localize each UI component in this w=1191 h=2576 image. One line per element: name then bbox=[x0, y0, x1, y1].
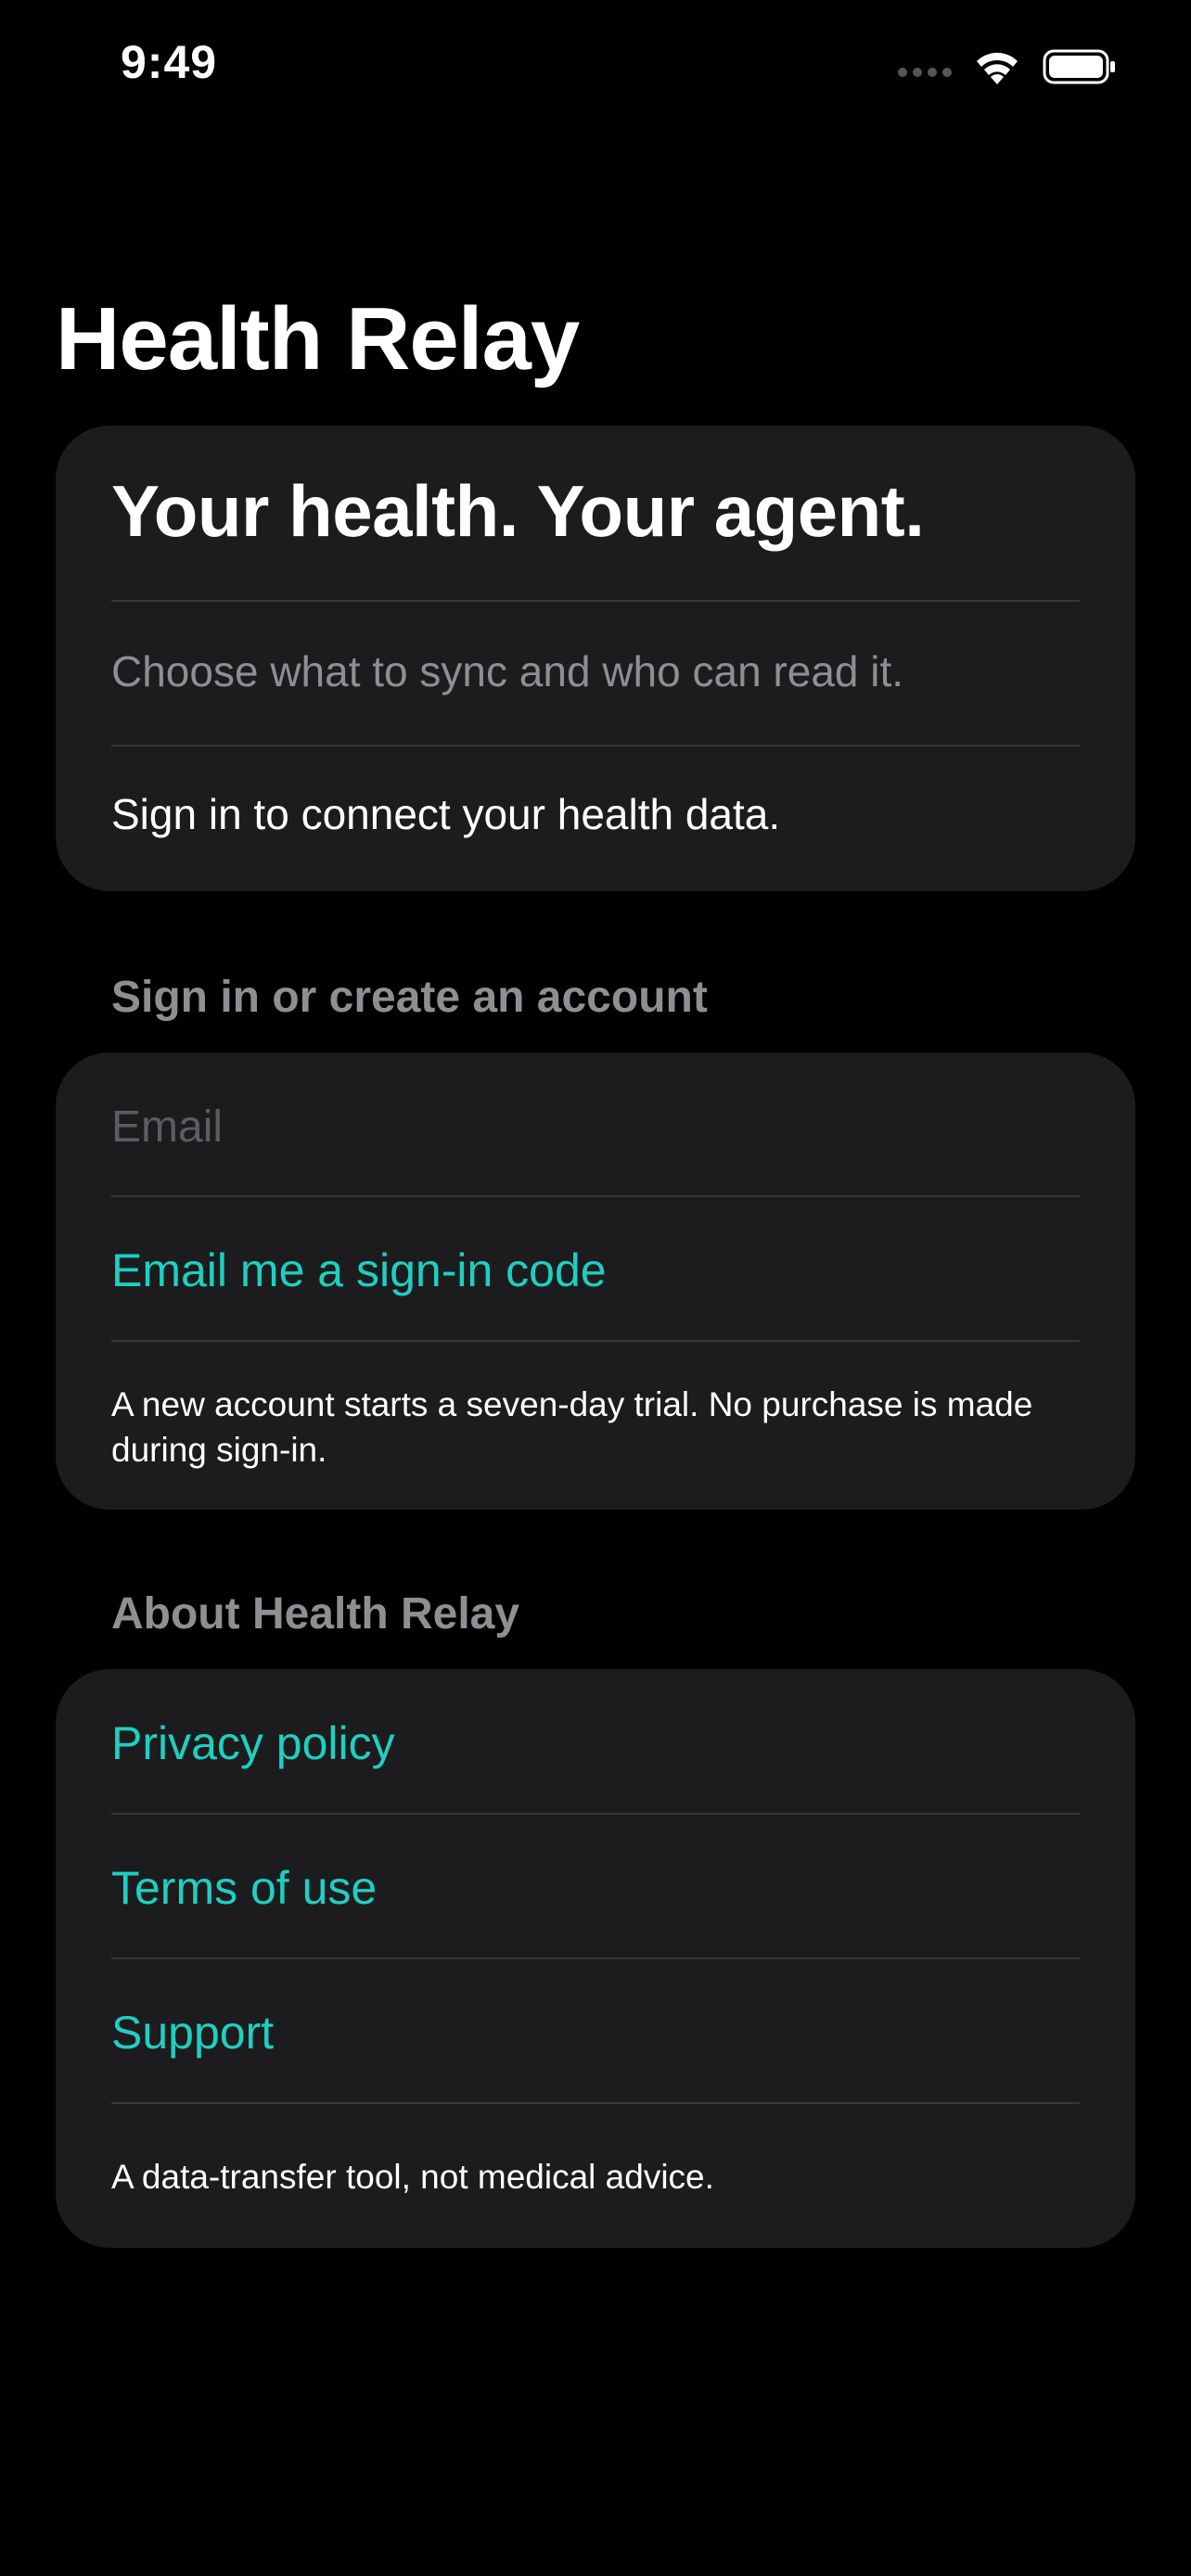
status-time: 9:49 bbox=[121, 36, 218, 88]
divider bbox=[111, 1958, 1080, 1959]
battery-icon bbox=[1043, 49, 1115, 84]
hero-card: Your health. Your agent. Choose what to … bbox=[56, 426, 1135, 891]
about-card: Privacy policy Terms of use Support A da… bbox=[56, 1669, 1135, 2248]
support-link[interactable]: Support bbox=[111, 2005, 1080, 2060]
hero-note: Sign in to connect your health data. bbox=[111, 790, 781, 838]
divider bbox=[111, 1340, 1080, 1342]
email-field[interactable] bbox=[111, 1090, 1080, 1164]
email-sign-in-code-button[interactable]: Email me a sign-in code bbox=[111, 1243, 1080, 1298]
status-icons bbox=[898, 45, 1117, 89]
terms-of-use-link[interactable]: Terms of use bbox=[111, 1860, 1080, 1916]
divider bbox=[111, 1195, 1080, 1197]
divider bbox=[111, 2102, 1080, 2104]
page-title: Health Relay bbox=[56, 289, 580, 389]
disclaimer-footnote: A data-transfer tool, not medical advice… bbox=[111, 2158, 714, 2196]
cellular-signal-icon bbox=[898, 68, 952, 77]
signin-section-header: Sign in or create an account bbox=[111, 973, 708, 1022]
divider bbox=[111, 745, 1080, 746]
hero-subtitle: Choose what to sync and who can read it. bbox=[111, 647, 904, 695]
divider bbox=[111, 600, 1080, 602]
about-section-header: About Health Relay bbox=[111, 1589, 520, 1639]
status-bar: 9:49 bbox=[0, 0, 1191, 130]
signin-card: Email me a sign-in code A new account st… bbox=[56, 1052, 1135, 1510]
divider bbox=[111, 1813, 1080, 1815]
hero-heading: Your health. Your agent. bbox=[111, 470, 925, 552]
trial-footnote: A new account starts a seven-day trial. … bbox=[111, 1385, 1033, 1469]
wifi-icon bbox=[977, 52, 1018, 84]
privacy-policy-link[interactable]: Privacy policy bbox=[111, 1715, 1080, 1771]
